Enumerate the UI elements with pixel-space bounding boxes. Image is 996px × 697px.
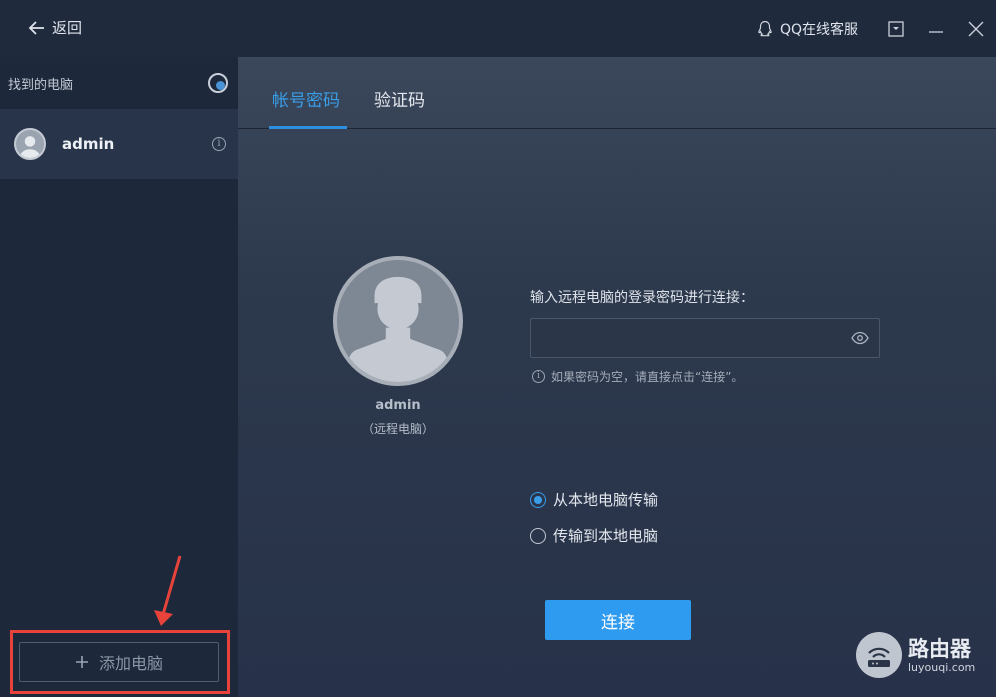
user-avatar-icon [14, 128, 46, 160]
qq-support-button[interactable]: QQ在线客服 [756, 19, 858, 39]
radio-from-local-label: 从本地电脑传输 [553, 491, 659, 509]
main-panel: 帐号密码 验证码 admin （远程电脑） 输入远程电脑的登录密码进行连接： i… [238, 57, 996, 697]
computer-name: admin [62, 135, 115, 153]
tab-account-password[interactable]: 帐号密码 [272, 86, 340, 111]
close-icon [968, 21, 984, 36]
title-bar: 返回 QQ在线客服 [0, 0, 996, 57]
plus-icon [75, 656, 88, 668]
radio-checked-icon [530, 491, 546, 508]
radio-from-local[interactable]: 从本地电脑传输 [530, 489, 658, 510]
close-button[interactable] [956, 0, 996, 57]
eye-icon[interactable] [851, 331, 869, 345]
info-icon[interactable]: i [212, 137, 226, 151]
sidebar: 找到的电脑 admin i 添加电脑 [0, 57, 238, 697]
qq-penguin-icon [758, 20, 772, 36]
remote-computer-name: admin [375, 398, 421, 413]
password-hint-text: 如果密码为空，请直接点击“连接”。 [551, 370, 744, 384]
router-logo-icon [856, 632, 902, 678]
found-computers-header: 找到的电脑 [0, 57, 238, 109]
tab-verification-code[interactable]: 验证码 [374, 86, 425, 111]
qq-support-label: QQ在线客服 [779, 21, 858, 38]
watermark-text: 路由器 luyouqi.com [908, 637, 975, 674]
sidebar-computer-item[interactable]: admin i [0, 109, 238, 179]
watermark-url: luyouqi.com [908, 660, 976, 674]
radio-unchecked-icon [530, 527, 546, 544]
remote-computer-subtitle: （远程电脑） [361, 422, 434, 436]
password-prompt: 输入远程电脑的登录密码进行连接： [530, 290, 754, 306]
red-arrow-annotation-icon [154, 555, 182, 626]
minimize-icon [929, 30, 943, 33]
add-computer-label: 添加电脑 [98, 654, 163, 673]
highlight-box: 添加电脑 [10, 630, 230, 694]
hint-info-icon: i [532, 370, 545, 383]
password-field [530, 318, 880, 358]
back-button[interactable]: 返回 [28, 17, 82, 38]
active-tab-indicator [269, 126, 347, 129]
remote-user-avatar-icon [333, 256, 463, 386]
tab-bar: 帐号密码 验证码 [238, 57, 996, 129]
radio-to-local[interactable]: 传输到本地电脑 [530, 525, 658, 546]
window-controls: QQ在线客服 [756, 0, 996, 57]
watermark-title: 路由器 [908, 636, 971, 661]
connect-button[interactable]: 连接 [545, 600, 691, 640]
back-label: 返回 [52, 19, 83, 37]
arrow-left-icon [28, 20, 44, 35]
password-hint: i 如果密码为空，请直接点击“连接”。 [532, 368, 743, 385]
minimize-button[interactable] [916, 0, 956, 57]
dropdown-menu-button[interactable] [876, 0, 916, 57]
radio-to-local-label: 传输到本地电脑 [553, 527, 659, 545]
found-computers-label: 找到的电脑 [8, 77, 74, 93]
dropdown-box-icon [888, 20, 904, 37]
refresh-icon[interactable] [208, 73, 228, 93]
add-computer-button[interactable]: 添加电脑 [19, 642, 219, 682]
password-input[interactable] [531, 319, 831, 357]
watermark: 路由器 luyouqi.com [856, 632, 975, 678]
